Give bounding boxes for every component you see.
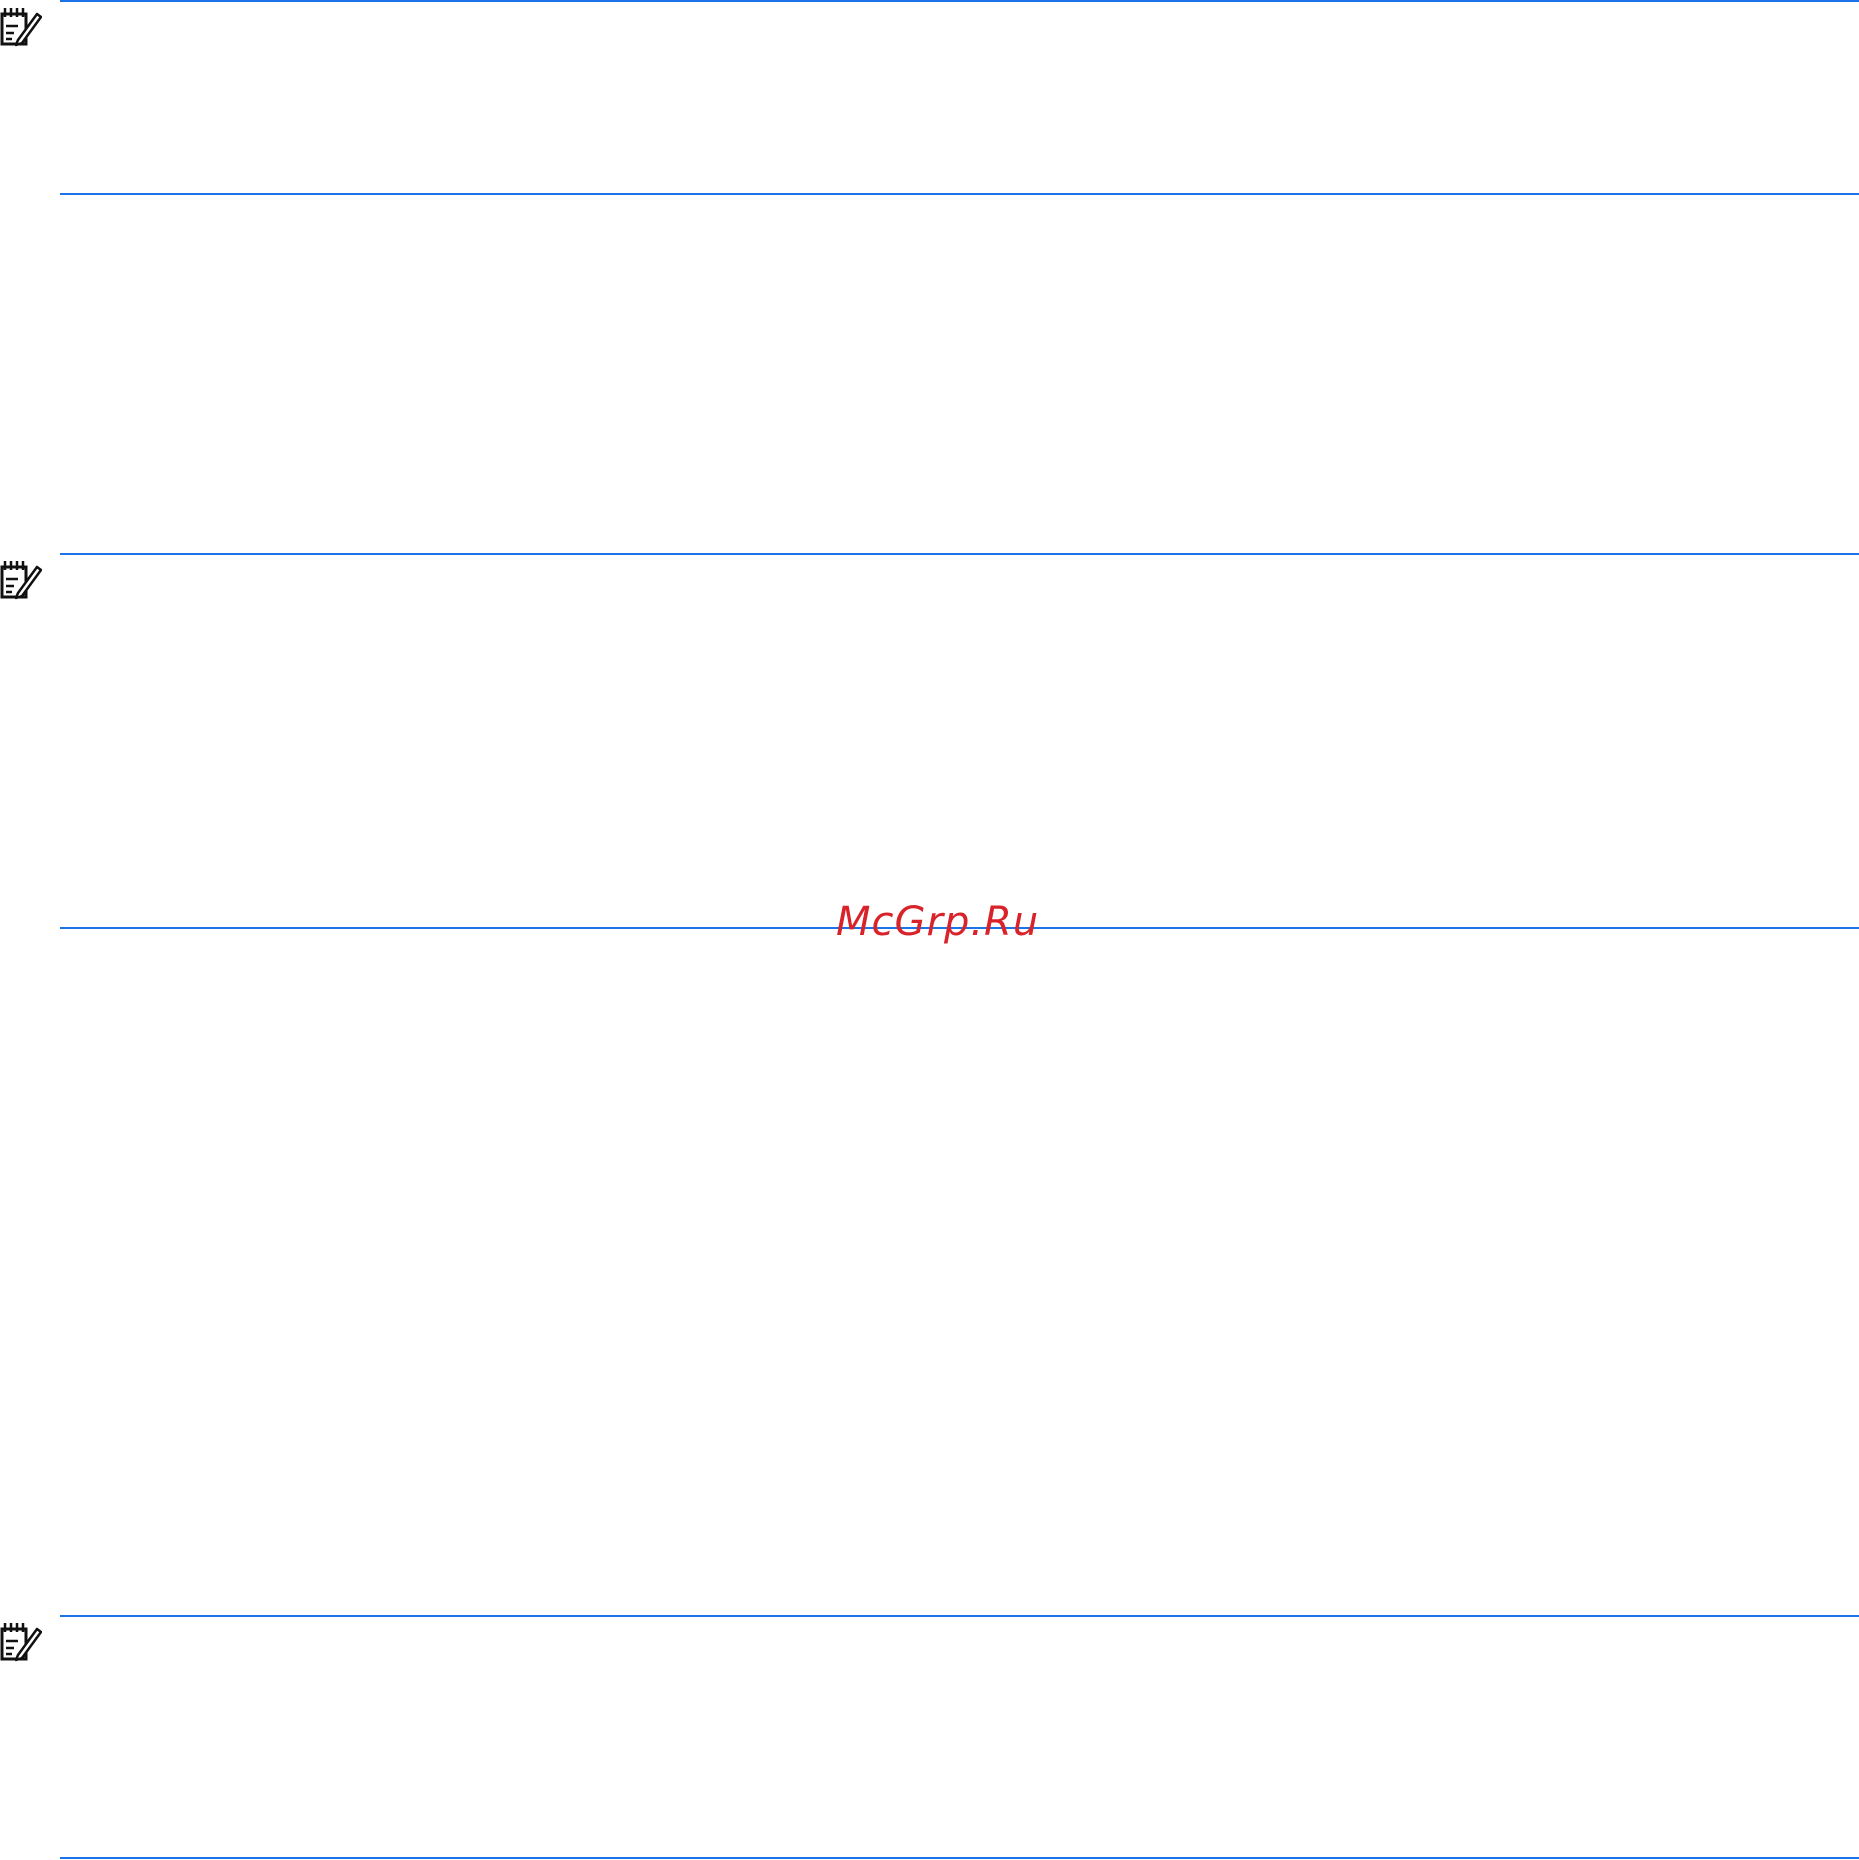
note-block-1 <box>0 0 1859 196</box>
note-bottom-rule <box>60 193 1859 195</box>
note-pencil-icon <box>0 1623 42 1662</box>
note-top-rule <box>60 0 1859 2</box>
note-bottom-rule <box>60 1857 1859 1859</box>
note-top-rule <box>60 1615 1859 1617</box>
note-block-2 <box>0 553 1859 929</box>
watermark-text: McGrp.Ru <box>836 899 1040 945</box>
note-pencil-icon <box>0 561 42 600</box>
note-top-rule <box>60 553 1859 555</box>
note-pencil-icon <box>0 8 42 47</box>
note-block-3 <box>0 1615 1859 1860</box>
